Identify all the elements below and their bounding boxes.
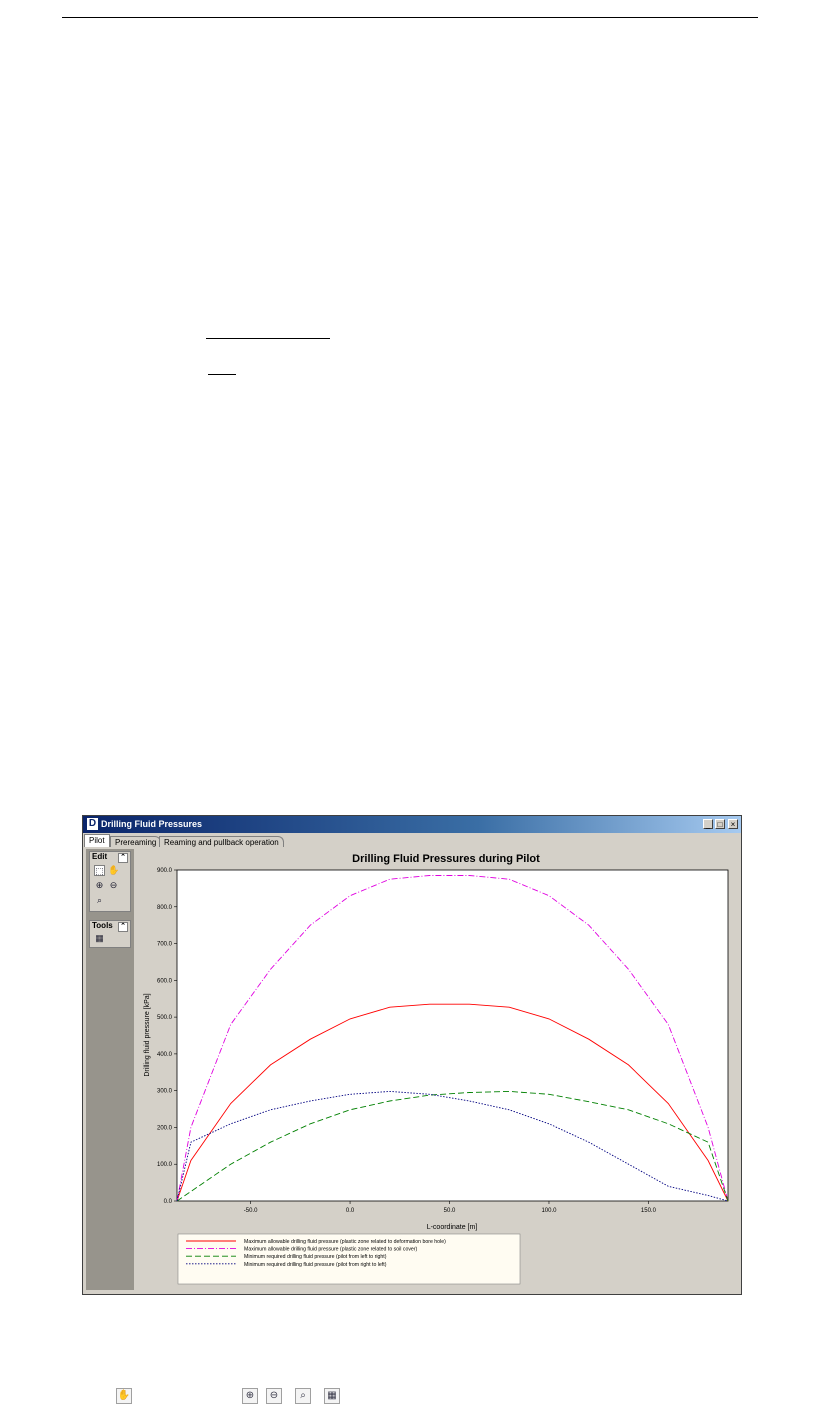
collapse-icon[interactable]: ⌃ xyxy=(118,922,128,932)
y-tick-label: 900.0 xyxy=(157,868,173,874)
page-header-rule xyxy=(62,17,758,18)
zoom-in-icon[interactable]: ⊕ xyxy=(94,880,105,891)
underline-mark xyxy=(206,338,330,339)
y-tick-label: 0.0 xyxy=(164,1199,173,1205)
y-tick-label: 200.0 xyxy=(157,1125,173,1131)
chart-area: Drilling Fluid Pressures during Pilot -5… xyxy=(136,849,737,1290)
title-bar[interactable]: D Drilling Fluid Pressures _ □ × xyxy=(83,816,741,833)
minimize-button[interactable]: _ xyxy=(703,819,713,829)
legend-entry: Maximum allowable drilling fluid pressur… xyxy=(244,1239,446,1245)
close-button[interactable]: × xyxy=(728,819,738,829)
x-tick-label: -50.0 xyxy=(244,1208,258,1214)
chart-title: Drilling Fluid Pressures during Pilot xyxy=(352,853,540,865)
tab-reaming-pullback[interactable]: Reaming and pullback operation xyxy=(159,836,284,847)
hand-pan-icon[interactable]: ✋ xyxy=(108,865,119,876)
drilling-fluid-pressures-window: D Drilling Fluid Pressures _ □ × Pilot P… xyxy=(82,815,742,1295)
y-tick-label: 600.0 xyxy=(157,978,173,984)
zoom-window-icon[interactable]: ⌕ xyxy=(94,895,105,906)
legend-entry: Minimum required drilling fluid pressure… xyxy=(244,1262,387,1268)
y-tick-label: 100.0 xyxy=(157,1162,173,1168)
x-tick-label: 150.0 xyxy=(641,1208,657,1214)
window-title: Drilling Fluid Pressures xyxy=(101,819,203,829)
plot-area[interactable] xyxy=(176,869,729,1202)
app-logo-icon: D xyxy=(87,818,98,830)
tool-sidebar: Edit ⌃ ⬚ ✋ ⊕ ⊖ ⌕ Tools ⌃ ▦ xyxy=(86,849,134,1290)
select-icon[interactable]: ⬚ xyxy=(94,865,105,876)
x-tick-label: 50.0 xyxy=(444,1208,456,1214)
legend-entry: Maximum allowable drilling fluid pressur… xyxy=(244,1247,418,1253)
edit-panel-title: Edit xyxy=(92,852,108,861)
tab-pilot[interactable]: Pilot xyxy=(84,834,110,847)
tab-prereaming[interactable]: Prereaming xyxy=(110,836,162,847)
edit-panel: Edit ⌃ ⬚ ✋ ⊕ ⊖ ⌕ xyxy=(89,851,131,912)
tools-panel-title: Tools xyxy=(92,921,113,930)
zoom-out-icon[interactable]: ⊖ xyxy=(108,880,119,891)
y-tick-label: 800.0 xyxy=(157,905,173,911)
tools-panel: Tools ⌃ ▦ xyxy=(89,920,131,948)
y-tick-label: 400.0 xyxy=(157,1052,173,1058)
pressure-chart: Drilling Fluid Pressures during Pilot -5… xyxy=(144,853,729,1285)
zoom-out-icon: ⊖ xyxy=(266,1388,282,1404)
chart-legend: Maximum allowable drilling fluid pressur… xyxy=(177,1233,521,1285)
x-tick-label: 100.0 xyxy=(541,1208,557,1214)
y-tick-label: 300.0 xyxy=(157,1089,173,1095)
zoom-extents-icon: ▦ xyxy=(324,1388,340,1404)
y-tick-label: 500.0 xyxy=(157,1015,173,1021)
zoom-window-icon: ⌕ xyxy=(295,1388,311,1404)
zoom-in-icon: ⊕ xyxy=(242,1388,258,1404)
legend-entry: Minimum required drilling fluid pressure… xyxy=(244,1254,387,1260)
y-tick-label: 700.0 xyxy=(157,942,173,948)
collapse-icon[interactable]: ⌃ xyxy=(118,853,128,863)
underline-mark xyxy=(208,374,236,375)
tab-strip: Pilot Prereaming Reaming and pullback op… xyxy=(83,834,741,847)
hand-pan-icon: ✋ xyxy=(116,1388,132,1404)
x-tick-label: 0.0 xyxy=(346,1208,355,1214)
x-axis-label: L-coordinate [m] xyxy=(427,1224,478,1231)
zoom-extents-icon[interactable]: ▦ xyxy=(94,933,105,944)
maximize-button[interactable]: □ xyxy=(715,819,725,829)
y-axis-label: Drilling fluid pressure [kPa] xyxy=(144,993,151,1076)
